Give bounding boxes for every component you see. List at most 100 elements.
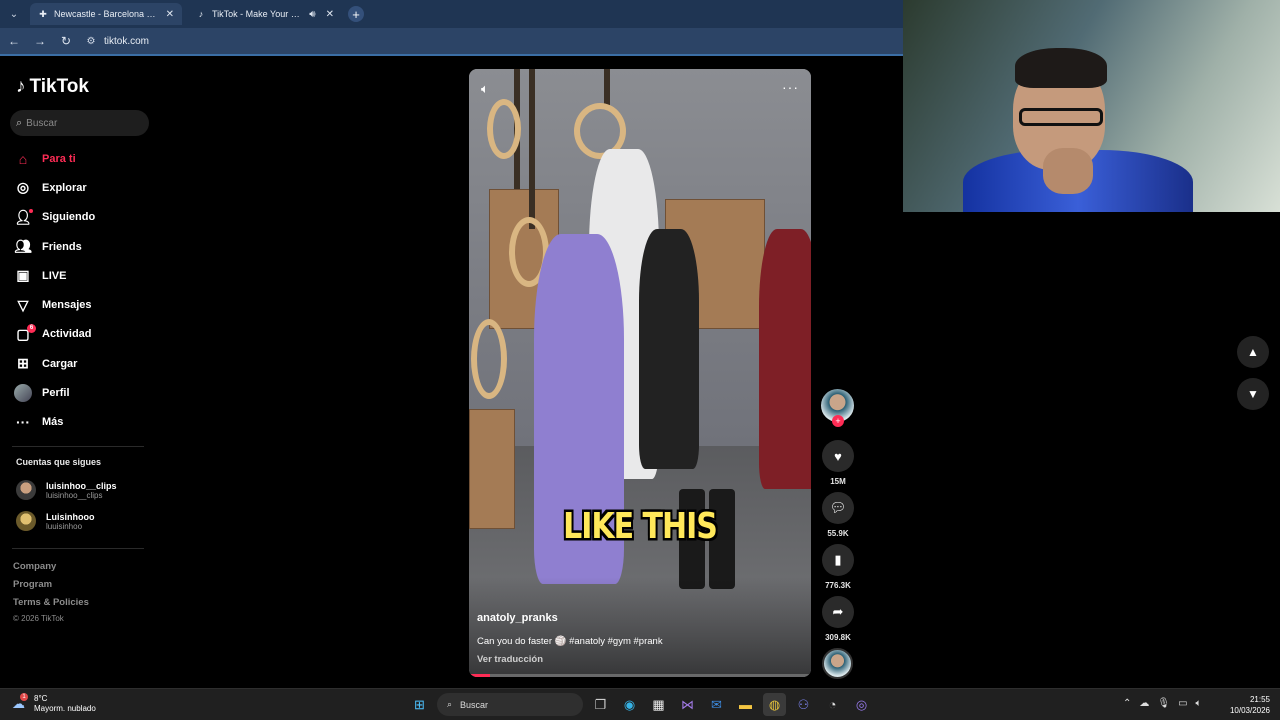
live-icon: ▣ — [16, 267, 30, 284]
like-button[interactable]: ♥ 15M — [821, 440, 855, 486]
file-explorer-icon[interactable]: ▬ — [734, 693, 757, 716]
site-settings-icon[interactable]: ⚙ — [84, 34, 98, 48]
windows-taskbar: ☁ 1 8°C Mayorm. nublado ⊞ ⌕ Buscar ❐ ◉ ▦… — [0, 688, 1280, 720]
sidebar-item-mensajes[interactable]: ▽ Mensajes — [14, 290, 154, 319]
onedrive-icon[interactable]: ☁ — [1139, 698, 1149, 709]
home-icon: ⌂ — [18, 150, 28, 167]
browser-tab-bar: ⌄ ✚ Newcastle - Barcelona online - ✕ ♪ T… — [0, 0, 903, 28]
sidebar-item-live[interactable]: ▣ LIVE — [14, 261, 154, 290]
close-tab-icon[interactable]: ✕ — [166, 9, 174, 20]
sidebar-item-label: Siguiendo — [42, 211, 96, 224]
notification-dot — [29, 208, 33, 213]
share-button[interactable]: ➦ 309.8K — [821, 596, 855, 642]
sidebar-item-label: Para ti — [42, 152, 76, 165]
search-icon: ⌕ — [447, 699, 453, 709]
sidebar-item-label: LIVE — [42, 269, 67, 282]
mute-icon[interactable]: 🔈︎ — [481, 81, 489, 97]
heart-icon: ♥ — [822, 440, 854, 472]
forward-arrow-icon[interactable]: → — [32, 33, 48, 49]
sidebar-item-label: Explorar — [42, 181, 87, 194]
footer-link-company[interactable]: Company — [13, 561, 56, 572]
task-view-icon[interactable]: ❐ — [589, 693, 612, 716]
edge-icon[interactable]: ◉ — [618, 693, 641, 716]
taskbar-clock[interactable]: 21:55 10/03/2026 — [1222, 694, 1270, 716]
following-name: luisinhoo__clips — [46, 480, 117, 491]
chevron-up-icon[interactable]: ⌃ — [1123, 698, 1131, 709]
sidebar-item-mas[interactable]: ··· Más — [14, 408, 154, 437]
footer-link-program[interactable]: Program — [13, 579, 52, 590]
reload-icon[interactable]: ↻ — [58, 33, 74, 49]
windows-start-icon[interactable]: ⊞ — [408, 693, 431, 716]
video-caption-overlay: LIKE THIS — [563, 505, 718, 548]
outlook-icon[interactable]: ✉ — [705, 693, 728, 716]
browser-tab-newcastle[interactable]: ✚ Newcastle - Barcelona online - ✕ — [30, 3, 182, 25]
sidebar-item-perfil[interactable]: Perfil — [14, 378, 154, 407]
sidebar-item-explorar[interactable]: ◎ Explorar — [14, 173, 154, 202]
sport-favicon-icon: ✚ — [39, 8, 47, 19]
volume-icon[interactable]: 🔈︎ — [1196, 698, 1202, 709]
save-count: 776.3K — [825, 581, 851, 590]
obs-icon[interactable]: ◔ — [821, 693, 844, 716]
previous-video-button[interactable]: ▲ — [1237, 336, 1269, 368]
like-count: 15M — [830, 477, 846, 486]
tiktok-logo[interactable]: ♪ TikTok — [16, 76, 89, 98]
video-progress-fill — [469, 674, 490, 677]
upload-icon: ⊞ — [17, 355, 29, 372]
profile-avatar — [14, 384, 32, 403]
sidebar-item-siguiendo[interactable]: 👤︎ Siguiendo — [14, 203, 154, 232]
weather-widget[interactable]: ☁ 1 8°C Mayorm. nublado — [12, 693, 96, 714]
footer-link-terms[interactable]: Terms & Policies — [13, 597, 89, 608]
more-options-icon[interactable]: ··· — [782, 79, 799, 95]
sound-avatar[interactable] — [822, 648, 853, 679]
tab-search-chevron-icon[interactable]: ⌄ — [4, 4, 24, 24]
video-player[interactable]: 🔈︎ ··· LIKE THIS anatoly_pranks Can you … — [469, 69, 811, 677]
tab-title: TikTok - Make Your Day — [212, 9, 304, 19]
sidebar-item-label: Cargar — [42, 357, 78, 370]
back-arrow-icon[interactable]: ← — [6, 33, 22, 49]
sidebar-item-label: Perfil — [42, 387, 70, 400]
search-placeholder: Buscar — [26, 117, 58, 129]
video-progress-bar[interactable] — [469, 674, 811, 677]
translate-link[interactable]: Ver traducción — [477, 654, 543, 665]
share-icon: ➦ — [822, 596, 854, 628]
video-author[interactable]: anatoly_pranks — [477, 612, 558, 624]
browser-tab-tiktok[interactable]: ♪ TikTok - Make Your Day 🔊︎ ✕ — [188, 3, 342, 25]
clock-time: 21:55 — [1249, 695, 1270, 704]
store-icon[interactable]: ▦ — [647, 693, 670, 716]
sidebar-divider — [12, 446, 144, 447]
chevron-up-icon: ▲ — [1247, 345, 1259, 359]
follow-plus-icon[interactable]: + — [832, 415, 844, 427]
more-icon: ··· — [16, 414, 30, 431]
following-handle: luisinhoo__clips — [46, 490, 103, 500]
friends-icon: 👥︎ — [14, 238, 32, 255]
url-field[interactable]: tiktok.com — [104, 36, 149, 47]
save-button[interactable]: ▮ 776.3K — [821, 544, 855, 590]
close-tab-icon[interactable]: ✕ — [326, 9, 334, 20]
speaker-icon[interactable]: 🔊︎ — [309, 9, 315, 20]
comment-button[interactable]: 💬︎ 55.9K — [821, 492, 855, 538]
following-handle: luuisinhoo — [46, 521, 83, 531]
copyright: © 2026 TikTok — [13, 614, 64, 623]
sidebar-item-label: Actividad — [42, 328, 92, 341]
webcam-overlay — [903, 0, 1280, 212]
search-input[interactable]: ⌕ Buscar — [10, 110, 149, 136]
messages-icon: ▽ — [17, 296, 29, 313]
chrome-icon[interactable]: ◍ — [763, 693, 786, 716]
taskbar-search[interactable]: ⌕ Buscar — [437, 693, 583, 716]
sidebar-item-para-ti[interactable]: ⌂ Para ti — [14, 144, 154, 173]
weather-badge: 1 — [20, 693, 28, 701]
new-tab-button[interactable]: + — [348, 6, 364, 22]
network-icon[interactable]: ▭ — [1178, 698, 1187, 709]
following-header: Cuentas que sigues — [16, 457, 102, 467]
sidebar-item-actividad[interactable]: ▢ 6 Actividad — [14, 320, 154, 349]
assistant-icon[interactable]: ◎ — [850, 693, 873, 716]
following-item[interactable]: luisinhoo__clips luisinhoo__clips — [16, 480, 117, 500]
sidebar-item-cargar[interactable]: ⊞ Cargar — [14, 349, 154, 378]
following-item[interactable]: Luisinhooo luuisinhoo — [16, 511, 95, 531]
sidebar-item-friends[interactable]: 👥︎ Friends — [14, 232, 154, 261]
visual-studio-icon[interactable]: ⋈ — [676, 693, 699, 716]
mic-icon[interactable]: 🎙︎ — [1157, 698, 1170, 709]
next-video-button[interactable]: ▼ — [1237, 378, 1269, 410]
teams-icon[interactable]: ⚇ — [792, 693, 815, 716]
avatar — [16, 511, 36, 531]
